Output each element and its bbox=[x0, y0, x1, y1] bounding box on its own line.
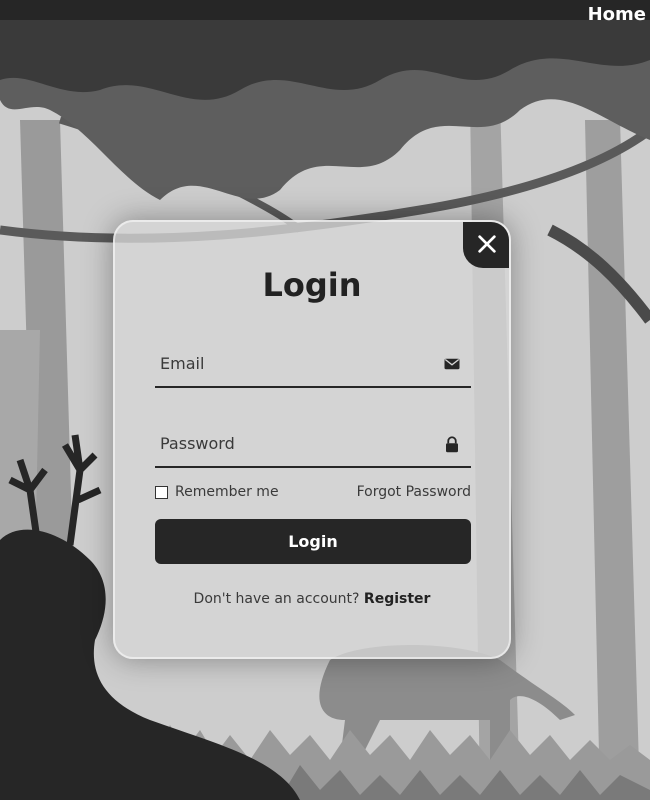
login-button[interactable]: Login bbox=[155, 519, 471, 564]
register-prompt: Don't have an account? bbox=[193, 591, 360, 607]
login-options: Remember me Forgot Password bbox=[155, 484, 471, 504]
nav-home-link[interactable]: Home bbox=[588, 4, 646, 25]
remember-me-label: Remember me bbox=[175, 484, 279, 500]
top-nav: Home bbox=[0, 0, 650, 30]
email-field-wrapper bbox=[155, 340, 471, 388]
register-line: Don't have an account? Register bbox=[115, 591, 509, 607]
remember-me[interactable]: Remember me bbox=[155, 484, 279, 500]
register-link[interactable]: Register bbox=[364, 591, 431, 607]
close-button[interactable] bbox=[463, 222, 509, 268]
forgot-password-link[interactable]: Forgot Password bbox=[357, 484, 471, 500]
login-card: Login Remember me Forgot Password Login … bbox=[113, 220, 511, 659]
remember-me-checkbox[interactable] bbox=[155, 485, 168, 499]
password-field-wrapper bbox=[155, 420, 471, 468]
envelope-icon bbox=[444, 358, 460, 370]
close-icon bbox=[478, 235, 496, 253]
lock-icon bbox=[446, 436, 458, 453]
email-input[interactable] bbox=[155, 340, 471, 386]
login-title: Login bbox=[262, 266, 362, 304]
password-input[interactable] bbox=[155, 420, 471, 466]
